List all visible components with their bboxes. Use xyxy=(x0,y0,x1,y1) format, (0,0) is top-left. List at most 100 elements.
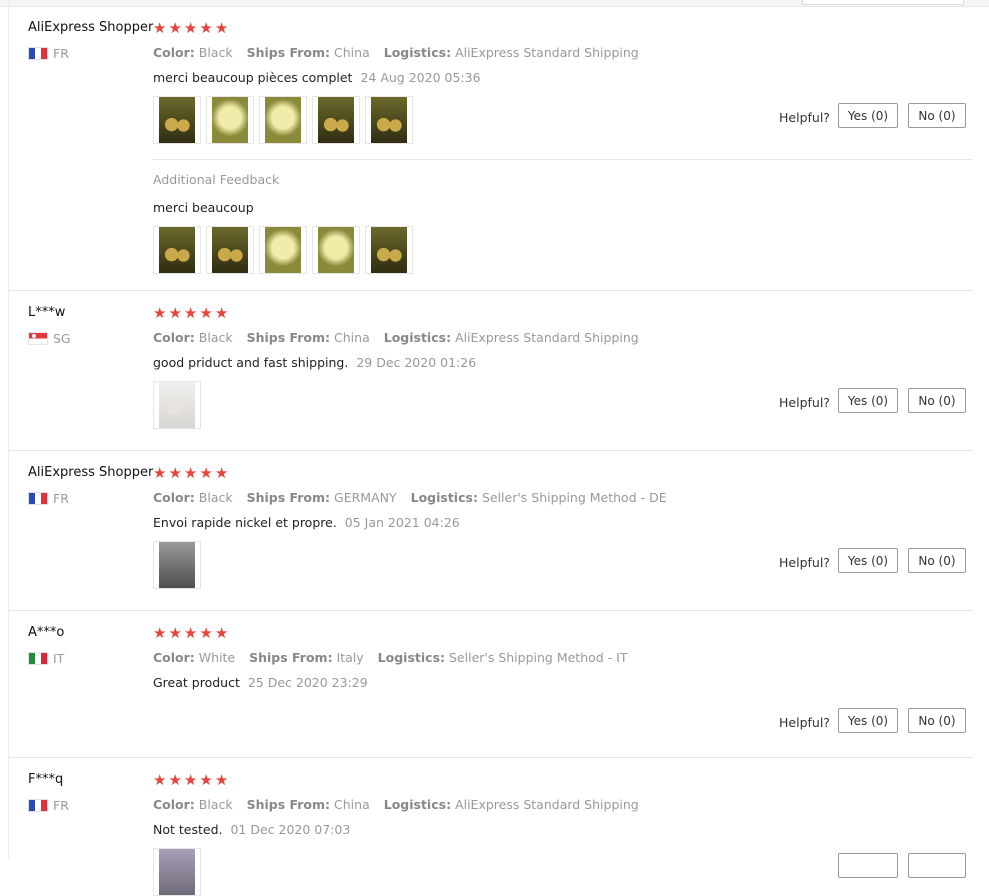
reviewer-country: IT xyxy=(28,651,64,666)
star-icon: ★ xyxy=(183,624,198,642)
helpful-label: Helpful? xyxy=(779,715,830,730)
ships-from-label: Ships From: xyxy=(246,330,331,345)
ships-from-value: China xyxy=(334,797,370,812)
review-image-thumbnail[interactable] xyxy=(206,226,254,274)
review-meta: Color: Black Ships From: China Logistics… xyxy=(153,797,649,812)
helpful-no-button[interactable] xyxy=(908,853,966,878)
review-date: 01 Dec 2020 07:03 xyxy=(230,822,351,837)
logistics-label: Logistics: xyxy=(410,490,478,505)
review-image-thumbnail[interactable] xyxy=(153,541,201,589)
color-label: Color: xyxy=(153,330,195,345)
helpful-no-button[interactable]: No (0) xyxy=(908,548,966,573)
reviewer-name: AliExpress Shopper xyxy=(28,20,154,35)
star-icon: ★ xyxy=(183,19,198,37)
flag-icon-fr xyxy=(28,799,48,812)
star-icon: ★ xyxy=(183,464,198,482)
left-border xyxy=(8,0,9,860)
top-bar xyxy=(0,0,989,7)
review-image-thumbnail[interactable] xyxy=(259,226,307,274)
review-body: good priduct and fast shipping. xyxy=(153,355,349,370)
star-rating: ★ ★ ★ ★ ★ xyxy=(153,306,228,321)
review-image-thumbnail[interactable] xyxy=(365,96,413,144)
star-rating: ★ ★ ★ ★ ★ xyxy=(153,773,228,788)
reviewer-country: FR xyxy=(28,491,69,506)
star-icon: ★ xyxy=(168,771,182,789)
star-icon: ★ xyxy=(153,464,167,482)
star-icon: ★ xyxy=(183,771,198,789)
review-image-thumbnail[interactable] xyxy=(153,226,201,274)
helpful-yes-button[interactable]: Yes (0) xyxy=(838,708,898,733)
review-meta: Color: Black Ships From: China Logistics… xyxy=(153,45,649,60)
color-value: Black xyxy=(198,330,233,345)
logistics-value: AliExpress Standard Shipping xyxy=(455,797,639,812)
helpful-no-button[interactable]: No (0) xyxy=(908,388,966,413)
color-label: Color: xyxy=(153,797,195,812)
color-value: White xyxy=(198,650,236,665)
logistics-value: Seller's Shipping Method - IT xyxy=(449,650,628,665)
review-image-thumbnail[interactable] xyxy=(206,96,254,144)
review-images xyxy=(153,848,201,896)
flag-icon-sg xyxy=(28,332,48,345)
star-icon: ★ xyxy=(153,771,167,789)
helpful-label: Helpful? xyxy=(779,110,830,125)
review-date: 05 Jan 2021 04:26 xyxy=(344,515,460,530)
helpful-yes-button[interactable] xyxy=(838,853,898,878)
star-icon: ★ xyxy=(199,624,213,642)
review-image-thumbnail[interactable] xyxy=(153,381,201,429)
review-date: 29 Dec 2020 01:26 xyxy=(356,355,477,370)
review-image-thumbnail[interactable] xyxy=(153,96,201,144)
review-image-thumbnail[interactable] xyxy=(365,226,413,274)
color-value: Black xyxy=(198,45,233,60)
additional-feedback-text: merci beaucoup xyxy=(153,200,254,215)
flag-icon-it xyxy=(28,652,48,665)
star-rating: ★ ★ ★ ★ ★ xyxy=(153,21,228,36)
star-icon: ★ xyxy=(214,464,229,482)
helpful-yes-button[interactable]: Yes (0) xyxy=(838,103,898,128)
review-image-thumbnail[interactable] xyxy=(312,226,360,274)
helpful-yes-button[interactable]: Yes (0) xyxy=(838,548,898,573)
reviewer-country: SG xyxy=(28,331,71,346)
ships-from-label: Ships From: xyxy=(246,490,331,505)
review-text: good priduct and fast shipping. 29 Dec 20… xyxy=(153,355,476,370)
star-icon: ★ xyxy=(199,771,213,789)
country-code: FR xyxy=(53,491,69,506)
helpful-label: Helpful? xyxy=(779,555,830,570)
reviewer-name: A***o xyxy=(28,625,65,640)
review-text: Envoi rapide nickel et propre. 05 Jan 202… xyxy=(153,515,460,530)
logistics-label: Logistics: xyxy=(383,330,452,345)
review-text: Great product 25 Dec 2020 23:29 xyxy=(153,675,368,690)
review-image-thumbnail[interactable] xyxy=(153,848,201,896)
reviewer-name: L***w xyxy=(28,305,66,320)
ships-from-label: Ships From: xyxy=(246,45,331,60)
color-value: Black xyxy=(198,797,233,812)
review-body: Great product xyxy=(153,675,240,690)
helpful-no-button[interactable]: No (0) xyxy=(908,103,966,128)
logistics-label: Logistics: xyxy=(377,650,446,665)
star-icon: ★ xyxy=(199,19,213,37)
review-date: 24 Aug 2020 05:36 xyxy=(360,70,481,85)
logistics-value: Seller's Shipping Method - DE xyxy=(481,490,667,505)
review-images xyxy=(153,381,201,429)
review-divider xyxy=(9,610,972,611)
logistics-label: Logistics: xyxy=(383,797,452,812)
helpful-label: Helpful? xyxy=(779,395,830,410)
review-text: Not tested. 01 Dec 2020 07:03 xyxy=(153,822,350,837)
review-image-thumbnail[interactable] xyxy=(259,96,307,144)
helpful-no-button[interactable]: No (0) xyxy=(908,708,966,733)
star-icon: ★ xyxy=(214,304,229,322)
helpful-yes-button[interactable]: Yes (0) xyxy=(838,388,898,413)
divider xyxy=(153,159,972,160)
review-images xyxy=(153,541,201,589)
color-label: Color: xyxy=(153,650,195,665)
review-image-thumbnail[interactable] xyxy=(312,96,360,144)
star-icon: ★ xyxy=(168,464,182,482)
logistics-value: AliExpress Standard Shipping xyxy=(455,45,639,60)
country-code: IT xyxy=(53,651,65,666)
ships-from-label: Ships From: xyxy=(249,650,333,665)
ships-from-value: Italy xyxy=(336,650,364,665)
logistics-value: AliExpress Standard Shipping xyxy=(455,330,639,345)
star-icon: ★ xyxy=(214,771,229,789)
country-code: FR xyxy=(53,798,69,813)
star-icon: ★ xyxy=(168,19,182,37)
ships-from-value: China xyxy=(334,45,370,60)
